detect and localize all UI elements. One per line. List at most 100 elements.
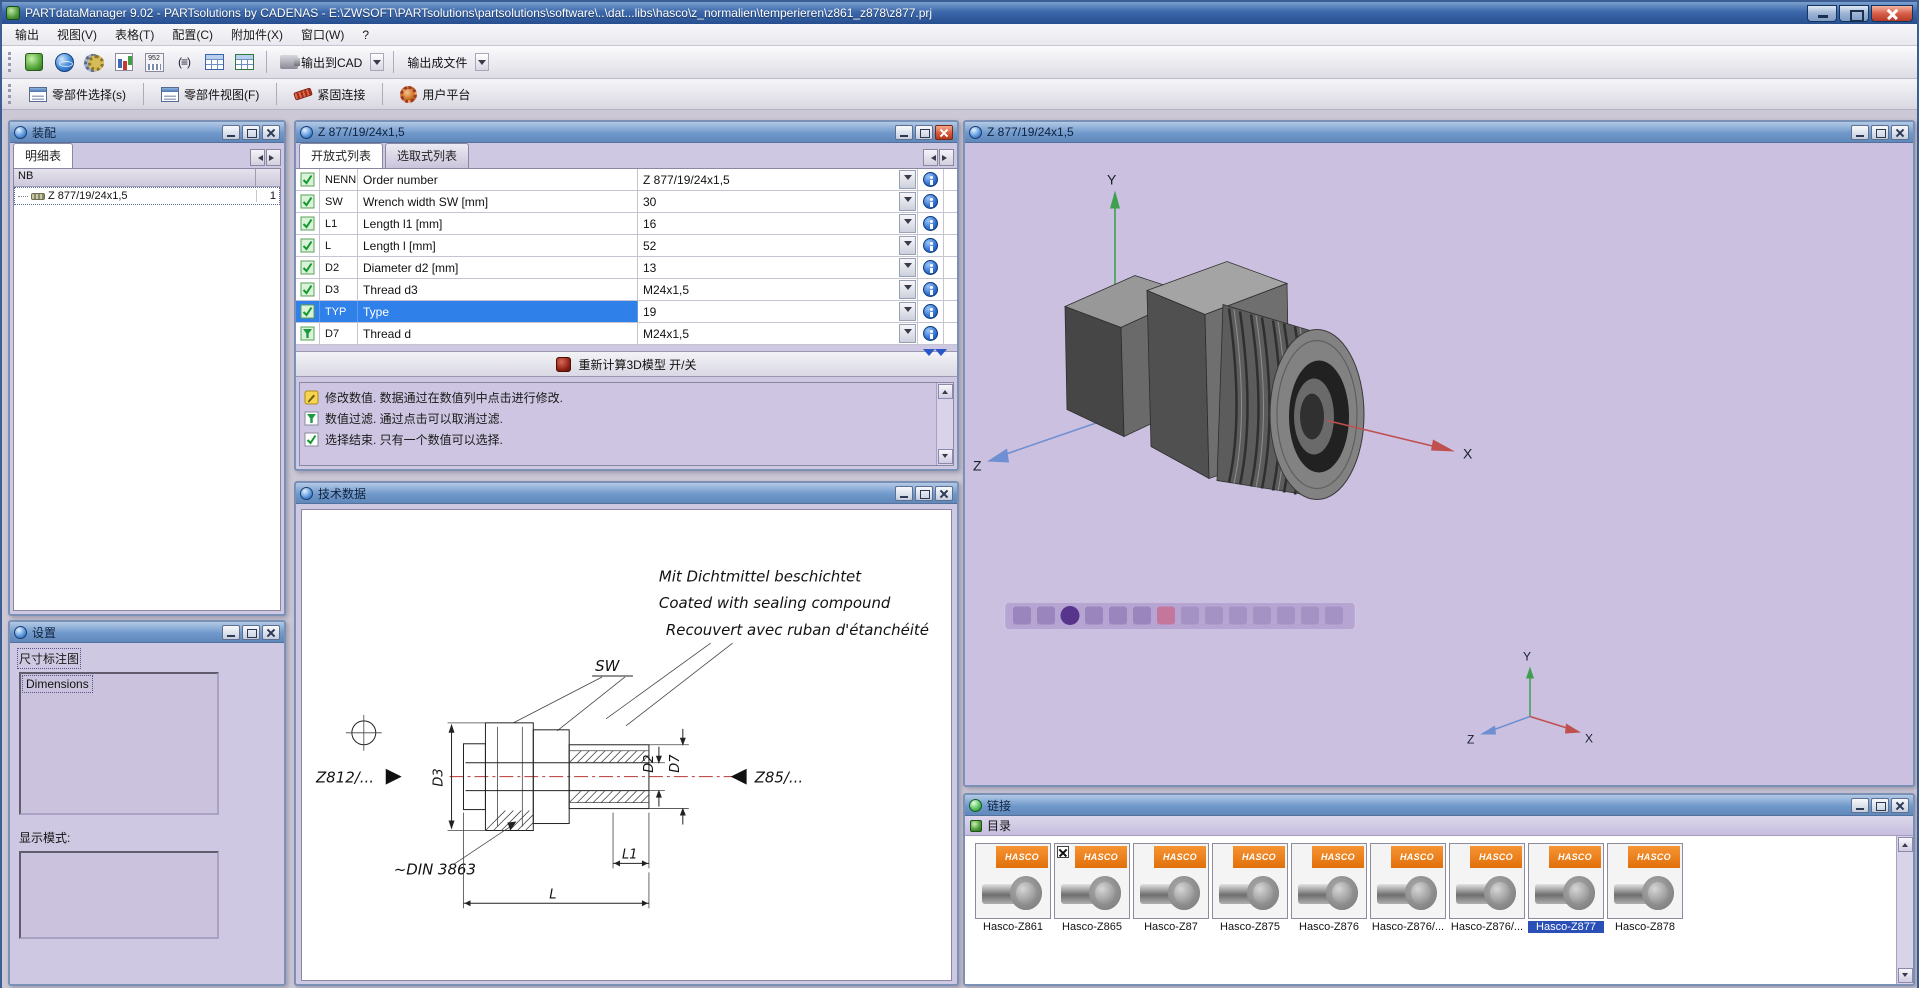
view3d-panel-titlebar[interactable]: Z 877/19/24x1,5 xyxy=(965,122,1913,143)
view3d-viewport[interactable]: Y Z X xyxy=(965,143,1913,787)
menu-window[interactable]: 窗口(W) xyxy=(292,23,353,46)
fastener-connection-button[interactable]: 紧固连接 xyxy=(284,82,375,107)
value-dropdown-button[interactable] xyxy=(899,324,916,343)
panel-close-button[interactable] xyxy=(935,125,953,140)
panel-maximize-button[interactable] xyxy=(1871,798,1889,813)
titlebar[interactable]: PARTdataManager 9.02 - PARTsolutions by … xyxy=(2,2,1917,24)
table-row[interactable]: L Length l [mm] 52 xyxy=(296,235,957,257)
statistics-button[interactable] xyxy=(111,49,137,75)
param-value[interactable]: 13 xyxy=(638,257,918,278)
column-header-nb[interactable]: NB xyxy=(14,169,256,186)
table-row[interactable]: D7 Thread d M24x1,5 xyxy=(296,323,957,345)
toolbar-grip[interactable] xyxy=(8,84,13,104)
settings-gears-button[interactable] xyxy=(81,49,107,75)
view-tool-pan[interactable] xyxy=(1013,607,1031,625)
parameter-panel-titlebar[interactable]: Z 877/19/24x1,5 xyxy=(296,122,957,143)
scroll-up-button[interactable] xyxy=(938,384,953,399)
table-row[interactable]: D2 Diameter d2 [mm] 13 xyxy=(296,257,957,279)
info-icon[interactable] xyxy=(923,326,938,341)
panel-maximize-button[interactable] xyxy=(915,125,933,140)
links-scrollbar[interactable] xyxy=(1896,836,1913,984)
view-tool-background[interactable] xyxy=(1277,607,1295,625)
info-icon[interactable] xyxy=(923,304,938,319)
catalog-card-selected[interactable]: HASCO Hasco-Z877 xyxy=(1528,843,1604,933)
view3d-scene[interactable]: Y Z X xyxy=(965,143,1913,787)
settings-panel-titlebar[interactable]: 设置 xyxy=(10,622,284,643)
tab-scroll-right-button[interactable] xyxy=(266,149,281,166)
catalog-card[interactable]: HASCO Hasco-Z865 xyxy=(1054,843,1130,933)
menu-addons[interactable]: 附加件(X) xyxy=(222,23,292,46)
tab-bom[interactable]: 明细表 xyxy=(13,143,73,168)
catalog-card[interactable]: HASCO Hasco-Z878 xyxy=(1607,843,1683,933)
panel-close-button[interactable] xyxy=(1891,798,1909,813)
panel-maximize-button[interactable] xyxy=(915,486,933,501)
maximize-button[interactable] xyxy=(1839,5,1869,22)
panel-minimize-button[interactable] xyxy=(895,125,913,140)
panel-minimize-button[interactable] xyxy=(1851,798,1869,813)
value-dropdown-button[interactable] xyxy=(899,214,916,233)
tab-scroll-left-button[interactable] xyxy=(923,149,938,166)
minimize-button[interactable] xyxy=(1807,5,1837,22)
export-to-file-dropdown[interactable] xyxy=(475,53,489,71)
param-value[interactable]: M24x1,5 xyxy=(638,279,918,300)
calculator-button[interactable]: 952 xyxy=(141,49,167,75)
panel-close-button[interactable] xyxy=(262,125,280,140)
value-dropdown-button[interactable] xyxy=(899,280,916,299)
legend-scrollbar[interactable] xyxy=(936,383,953,465)
menu-help[interactable]: ? xyxy=(353,25,378,45)
info-icon[interactable] xyxy=(923,238,938,253)
column-header-count[interactable] xyxy=(256,169,280,186)
part-view-button[interactable]: 零部件视图(F) xyxy=(151,82,269,107)
view-tool-fit[interactable] xyxy=(1109,607,1127,625)
view-tool-measure[interactable] xyxy=(1133,607,1151,625)
value-dropdown-button[interactable] xyxy=(899,170,916,189)
value-dropdown-button[interactable] xyxy=(899,258,916,277)
info-icon[interactable] xyxy=(923,172,938,187)
panel-maximize-button[interactable] xyxy=(242,125,260,140)
view-tool-display[interactable] xyxy=(1157,607,1175,625)
table-row-selected[interactable]: TYP Type 19 xyxy=(296,301,957,323)
tab-scroll-left-button[interactable] xyxy=(250,149,265,166)
tab-select-list[interactable]: 选取式列表 xyxy=(385,143,469,168)
catalog-card[interactable]: HASCO Hasco-Z875 xyxy=(1212,843,1288,933)
view-tool-animate[interactable] xyxy=(1205,607,1223,625)
display-mode-listbox[interactable] xyxy=(19,851,219,939)
view-tool-shaded[interactable] xyxy=(1061,606,1080,625)
catalog-card[interactable]: HASCO Hasco-Z876/... xyxy=(1370,843,1446,933)
assembly-panel-titlebar[interactable]: 装配 xyxy=(10,122,284,143)
param-value[interactable]: M24x1,5 xyxy=(638,323,918,344)
menu-table[interactable]: 表格(T) xyxy=(106,23,163,46)
view-tool-section[interactable] xyxy=(1181,607,1199,625)
menu-output[interactable]: 输出 xyxy=(6,23,48,46)
view-tool-rotate[interactable] xyxy=(1037,607,1055,625)
view-tool-views[interactable] xyxy=(1229,607,1247,625)
export-to-file-button[interactable]: 输出成文件 xyxy=(403,52,471,73)
view-tool-settings[interactable] xyxy=(1325,607,1343,625)
info-icon[interactable] xyxy=(923,260,938,275)
panel-maximize-button[interactable] xyxy=(242,625,260,640)
panel-close-button[interactable] xyxy=(262,625,280,640)
panel-minimize-button[interactable] xyxy=(895,486,913,501)
panel-maximize-button[interactable] xyxy=(1871,125,1889,140)
catalog-card[interactable]: HASCO Hasco-Z861 xyxy=(975,843,1051,933)
user-platform-button[interactable]: 用户平台 xyxy=(390,82,480,107)
value-dropdown-button[interactable] xyxy=(899,236,916,255)
recalc-3d-bar[interactable]: 重新计算3D模型 开/关 xyxy=(296,351,957,377)
info-icon[interactable] xyxy=(923,282,938,297)
export-to-cad-button[interactable]: 输出到CAD xyxy=(276,52,366,73)
info-icon[interactable] xyxy=(923,194,938,209)
table-detail-button[interactable] xyxy=(231,49,257,75)
panel-minimize-button[interactable] xyxy=(1851,125,1869,140)
value-dropdown-button[interactable] xyxy=(899,302,916,321)
param-value[interactable]: 52 xyxy=(638,235,918,256)
table-row[interactable]: SW Wrench width SW [mm] 30 xyxy=(296,191,957,213)
web-catalog-button[interactable] xyxy=(51,49,77,75)
table-view-button[interactable] xyxy=(201,49,227,75)
menu-config[interactable]: 配置(C) xyxy=(163,23,222,46)
links-panel-titlebar[interactable]: 链接 xyxy=(965,795,1913,816)
close-button[interactable] xyxy=(1871,5,1913,22)
dimension-list-item[interactable]: Dimensions xyxy=(23,676,92,692)
view-tool-grid[interactable] xyxy=(1253,607,1271,625)
panel-minimize-button[interactable] xyxy=(222,625,240,640)
scroll-down-button[interactable] xyxy=(1898,968,1913,983)
